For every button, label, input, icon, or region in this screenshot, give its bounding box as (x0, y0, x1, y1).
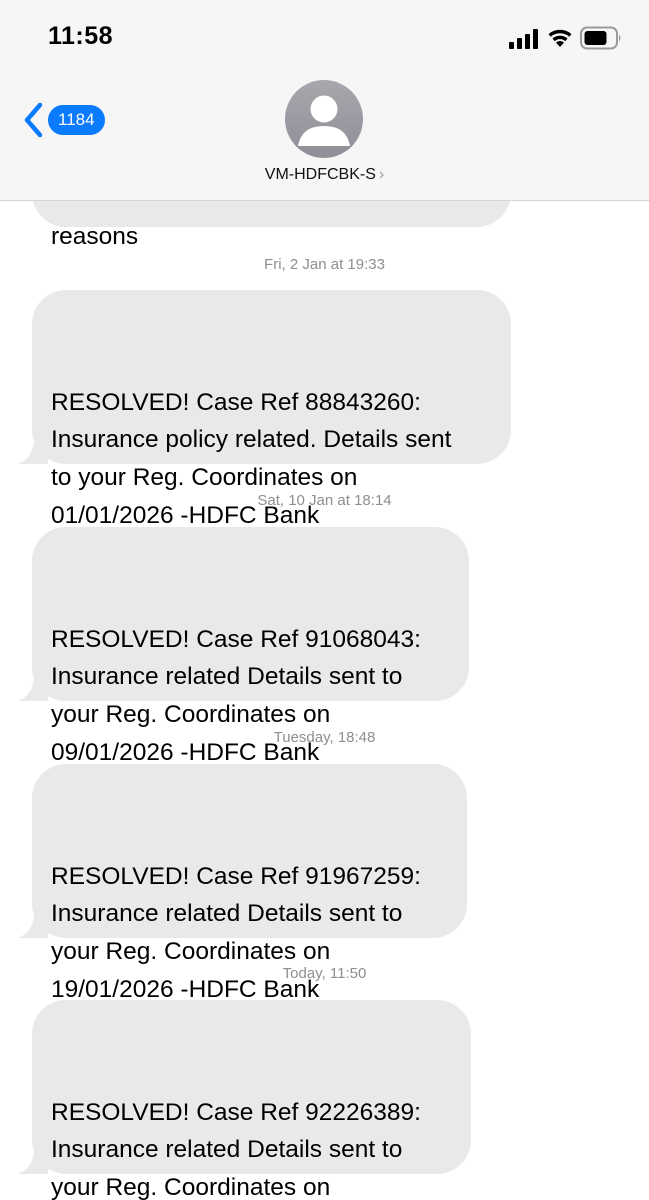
message-timestamp: Fri, 2 Jan at 19:33 (264, 256, 385, 273)
back-button[interactable]: 1184 (22, 100, 105, 140)
bubble-tail (18, 438, 48, 464)
message-timestamp: Sat, 10 Jan at 18:14 (257, 492, 392, 509)
message-bubble[interactable]: RESOLVED! Case Ref 88843260: Insurance p… (18, 290, 511, 529)
message-text: reasons (51, 222, 139, 250)
cellular-signal-icon (509, 29, 538, 49)
message-timestamp: Today, 11:50 (282, 965, 367, 982)
message-bubble[interactable]: RESOLVED! Case Ref 92226389: Insurance r… (18, 1000, 471, 1200)
conversation-header: 11:58 1184 VM-HDFCBK-S › (0, 0, 649, 201)
contact-name-button[interactable]: VM-HDFCBK-S › (0, 166, 649, 184)
message-text: RESOLVED! Case Ref 92226389: Insurance r… (51, 1098, 421, 1200)
message-timestamp: Tuesday, 18:48 (273, 729, 376, 746)
status-time: 11:58 (48, 22, 114, 50)
wifi-icon (548, 29, 572, 47)
person-icon (298, 95, 350, 146)
bubble-tail (18, 675, 48, 701)
battery-icon (580, 26, 621, 50)
chevron-left-icon (24, 102, 43, 138)
messages-screen: reasons Fri, 2 Jan at 19:33 RESOLVED! Ca… (0, 0, 649, 1200)
bubble-tail (18, 1148, 48, 1174)
message-bubble[interactable]: RESOLVED! Case Ref 91967259: Insurance r… (18, 764, 467, 1003)
contact-name: VM-HDFCBK-S (264, 166, 376, 183)
contact-avatar[interactable] (285, 80, 363, 158)
bubble-tail (18, 912, 48, 938)
message-bubble[interactable]: RESOLVED! Case Ref 91068043: Insurance r… (18, 527, 469, 766)
unread-count-badge: 1184 (48, 105, 105, 135)
chevron-right-icon: › (378, 166, 385, 183)
